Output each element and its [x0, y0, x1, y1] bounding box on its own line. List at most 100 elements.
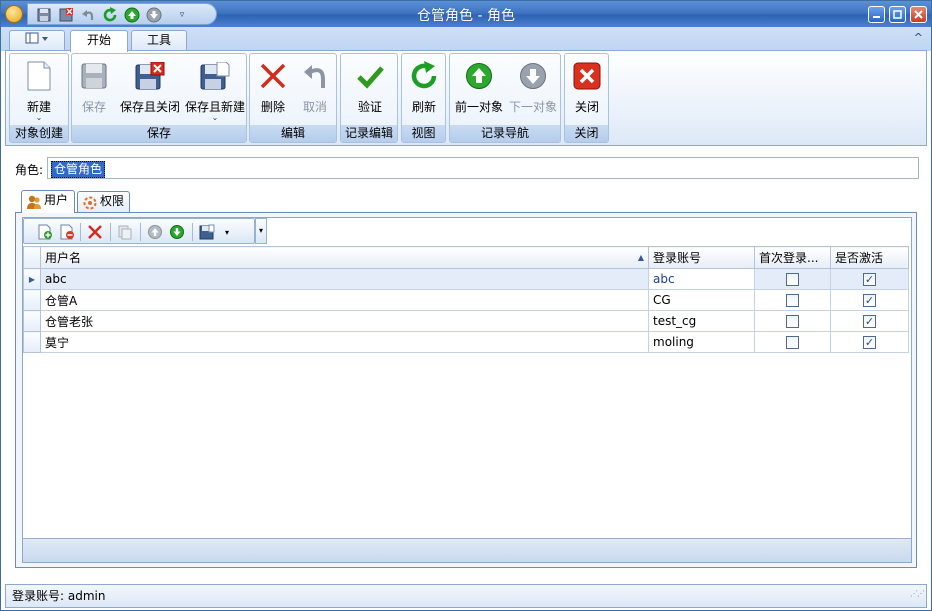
maximize-button[interactable]	[889, 6, 906, 23]
group-close: 关闭 关闭	[564, 53, 609, 143]
cell-first-login[interactable]	[754, 310, 831, 332]
cell-username[interactable]: 仓管老张	[40, 310, 649, 332]
row-indicator[interactable]	[23, 289, 41, 311]
cell-username[interactable]: abc	[40, 268, 649, 290]
permissions-icon	[83, 196, 97, 210]
close-window-button[interactable]	[910, 6, 927, 23]
ribbon-tab-row: 开始 工具 ^	[1, 27, 931, 52]
window-title: 仓管角色 - 角色	[417, 8, 515, 24]
cell-active[interactable]: ✓	[830, 331, 909, 353]
group-caption: 对象创建	[10, 125, 68, 142]
cell-login[interactable]: moling	[648, 331, 755, 353]
status-bar: 登录账号: admin ⋰⋰	[5, 584, 927, 608]
group-caption: 视图	[402, 125, 445, 142]
save-button[interactable]: 保存	[74, 56, 114, 122]
group-edit: 删除 取消 编辑	[249, 53, 337, 143]
checkbox-unchecked[interactable]	[786, 336, 799, 349]
sort-ascending-icon: ▲	[637, 253, 644, 262]
refresh-button[interactable]: 刷新	[404, 56, 444, 122]
resize-grip-icon[interactable]: ⋰⋰	[910, 583, 925, 605]
collapse-ribbon-icon[interactable]: ^	[914, 31, 923, 44]
row-indicator[interactable]	[23, 310, 41, 332]
group-caption: 记录导航	[450, 125, 560, 142]
table-row[interactable]: ▶ abc abc ✓	[23, 268, 909, 290]
checkbox-unchecked[interactable]	[786, 273, 799, 286]
tab-tools[interactable]: 工具	[131, 30, 187, 51]
chevron-down-icon[interactable]: ⌄	[12, 114, 66, 122]
save-new-button[interactable]: 保存且新建 ⌄	[184, 56, 246, 122]
save-new-icon	[199, 60, 231, 92]
table-row[interactable]: 仓管A CG ✓	[23, 289, 909, 311]
add-row-icon[interactable]	[36, 223, 54, 241]
cell-login[interactable]: CG	[648, 289, 755, 311]
minimize-icon	[873, 16, 880, 18]
next-object-icon	[517, 60, 549, 92]
status-login-text: 登录账号: admin	[12, 589, 106, 603]
checkbox-unchecked[interactable]	[786, 315, 799, 328]
prev-object-button[interactable]: 前一对象	[452, 56, 506, 122]
validate-button[interactable]: 验证	[345, 56, 395, 122]
next-object-button[interactable]: 下一对象	[506, 56, 560, 122]
app-menu-button[interactable]	[9, 30, 65, 51]
cell-active[interactable]: ✓	[830, 268, 909, 290]
group-caption: 编辑	[250, 125, 336, 142]
cell-active[interactable]: ✓	[830, 289, 909, 311]
cell-first-login[interactable]	[754, 268, 831, 290]
role-value: 仓管角色	[51, 161, 106, 178]
users-icon	[27, 195, 41, 209]
column-header-first-login[interactable]: 首次登录...	[754, 246, 831, 269]
table-row[interactable]: 莫宁 moling ✓	[23, 331, 909, 353]
column-header-username[interactable]: 用户名 ▲	[40, 246, 649, 269]
chevron-down-icon[interactable]: ⌄	[184, 114, 246, 122]
new-button[interactable]: 新建 ⌄	[12, 56, 66, 122]
move-down-icon[interactable]	[168, 223, 186, 241]
checkbox-checked[interactable]: ✓	[863, 315, 876, 328]
close-icon	[571, 60, 603, 92]
maximize-icon	[893, 10, 902, 19]
group-view: 刷新 视图	[401, 53, 446, 143]
role-input[interactable]: 仓管角色	[47, 157, 919, 179]
cell-username[interactable]: 莫宁	[40, 331, 649, 353]
group-record-nav: 前一对象 下一对象 记录导航	[449, 53, 561, 143]
cell-login[interactable]: test_cg	[648, 310, 755, 332]
group-caption: 保存	[72, 125, 246, 142]
copy-icon[interactable]	[116, 223, 134, 241]
chevron-down-icon[interactable]: ▾	[218, 223, 236, 241]
minimize-button[interactable]	[868, 6, 885, 23]
cell-login[interactable]: abc	[648, 268, 755, 290]
cell-username[interactable]: 仓管A	[40, 289, 649, 311]
delete-icon[interactable]	[86, 223, 104, 241]
close-button[interactable]: 关闭	[567, 56, 607, 122]
checkbox-checked[interactable]: ✓	[863, 294, 876, 307]
close-icon	[914, 10, 923, 19]
tab-users[interactable]: 用户	[21, 190, 75, 213]
title-bar: ▿ 仓管角色 - 角色	[1, 1, 931, 27]
save-close-button[interactable]: 保存且关闭	[118, 56, 182, 122]
row-indicator-header[interactable]	[23, 246, 41, 269]
table-row[interactable]: 仓管老张 test_cg ✓	[23, 310, 909, 332]
remove-row-icon[interactable]	[58, 223, 76, 241]
cell-first-login[interactable]	[754, 289, 831, 311]
column-header-active[interactable]: 是否激活	[830, 246, 909, 269]
app-menu-icon	[25, 32, 48, 44]
save-layout-icon[interactable]	[198, 223, 216, 241]
cell-first-login[interactable]	[754, 331, 831, 353]
checkbox-unchecked[interactable]	[786, 294, 799, 307]
cancel-button[interactable]: 取消	[296, 56, 334, 122]
group-caption: 关闭	[565, 125, 608, 142]
checkbox-checked[interactable]: ✓	[863, 336, 876, 349]
users-grid: ▾ ▾ 用户名 ▲ 登录账号 首次登录... 是否激活 ▶ abc abc ✓ …	[22, 217, 912, 563]
group-caption: 记录编辑	[341, 125, 397, 142]
toolbar-overflow-button[interactable]: ▾	[255, 218, 267, 244]
delete-button[interactable]: 删除	[254, 56, 292, 122]
checkbox-checked[interactable]: ✓	[863, 273, 876, 286]
tab-home[interactable]: 开始	[70, 30, 128, 52]
row-indicator[interactable]: ▶	[23, 268, 41, 290]
move-up-icon[interactable]	[146, 223, 164, 241]
row-indicator[interactable]	[23, 331, 41, 353]
column-header-login[interactable]: 登录账号	[648, 246, 755, 269]
cell-active[interactable]: ✓	[830, 310, 909, 332]
group-object-create: 新建 ⌄ 对象创建	[9, 53, 69, 143]
tab-permissions[interactable]: 权限	[77, 191, 130, 212]
delete-icon	[257, 60, 289, 92]
